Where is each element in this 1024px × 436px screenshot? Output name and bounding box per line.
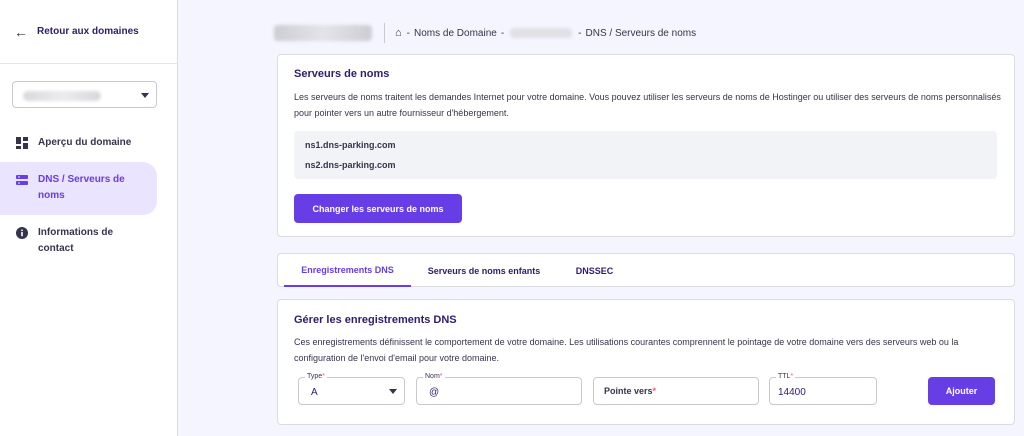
nameservers-card: Serveurs de noms Les serveurs de noms tr… bbox=[277, 54, 1015, 237]
chevron-down-icon bbox=[389, 389, 397, 394]
domain-select[interactable] bbox=[12, 81, 157, 108]
breadcrumb-domain-blurred[interactable] bbox=[510, 28, 573, 38]
tab-child-nameservers[interactable]: Serveurs de noms enfants bbox=[411, 254, 557, 287]
sidebar-item-contact[interactable]: Informations de contact bbox=[0, 225, 157, 259]
breadcrumb-current: DNS / Serveurs de noms bbox=[585, 27, 697, 39]
back-to-domains-link[interactable]: ← Retour aux domaines bbox=[0, 0, 177, 64]
name-label: Nom* bbox=[423, 373, 445, 381]
add-record-button[interactable]: Ajouter bbox=[928, 377, 995, 405]
nameservers-title: Serveurs de noms bbox=[294, 68, 390, 80]
dashboard-icon bbox=[16, 137, 28, 149]
chevron-down-icon bbox=[141, 93, 149, 98]
sidebar-item-dns[interactable]: DNS / Serveurs de noms bbox=[0, 162, 157, 215]
domain-select-value-blurred bbox=[23, 91, 101, 101]
dns-records-title: Gérer les enregistrements DNS bbox=[294, 314, 457, 326]
sidebar: ← Retour aux domaines Aperçu du domaine … bbox=[0, 0, 178, 436]
breadcrumb-separator: - bbox=[500, 27, 505, 39]
info-icon bbox=[16, 227, 28, 239]
sidebar-item-label: Aperçu du domaine bbox=[38, 137, 132, 148]
name-field[interactable]: Nom* @ bbox=[416, 373, 582, 405]
type-select[interactable]: Type* A bbox=[298, 373, 405, 405]
ttl-label: TTL* bbox=[776, 373, 796, 381]
account-selector-blurred[interactable] bbox=[274, 25, 372, 41]
breadcrumb-divider bbox=[384, 23, 385, 43]
breadcrumb-separator: - bbox=[578, 27, 582, 39]
back-label: Retour aux domaines bbox=[37, 26, 139, 37]
ttl-value: 14400 bbox=[778, 387, 806, 398]
breadcrumb-separator: - bbox=[406, 27, 410, 39]
sidebar-item-label: Informations de contact bbox=[38, 227, 114, 254]
breadcrumb: ⌂ - Noms de Domaine - - DNS / Serveurs d… bbox=[274, 22, 696, 44]
ttl-field[interactable]: TTL* 14400 bbox=[769, 373, 877, 405]
dns-records-card: Gérer les enregistrements DNS Ces enregi… bbox=[277, 299, 1015, 425]
points-to-placeholder: Pointe vers* bbox=[604, 386, 657, 396]
breadcrumb-domain-names[interactable]: Noms de Domaine bbox=[414, 28, 497, 39]
nameserver-2: ns2.dns-parking.com bbox=[305, 160, 396, 170]
tab-dns-records[interactable]: Enregistrements DNS bbox=[284, 254, 411, 287]
points-to-field[interactable]: Pointe vers* bbox=[593, 377, 759, 405]
dns-server-icon bbox=[16, 175, 28, 185]
arrow-left-icon: ← bbox=[14, 23, 28, 40]
change-nameservers-button[interactable]: Changer les serveurs de noms bbox=[294, 194, 462, 223]
nameservers-list: ns1.dns-parking.com ns2.dns-parking.com bbox=[294, 131, 997, 179]
home-icon[interactable]: ⌂ bbox=[395, 27, 402, 39]
dns-tabs: Enregistrements DNS Serveurs de noms enf… bbox=[277, 253, 1015, 287]
main-content: ⌂ - Noms de Domaine - - DNS / Serveurs d… bbox=[178, 0, 1024, 436]
tab-dnssec[interactable]: DNSSEC bbox=[557, 254, 632, 287]
type-value: A bbox=[311, 387, 318, 398]
name-value: @ bbox=[429, 387, 440, 398]
sidebar-item-label: DNS / Serveurs de noms bbox=[38, 174, 125, 201]
type-label: Type* bbox=[305, 373, 327, 381]
dns-records-description: Ces enregistrements définissent le compo… bbox=[294, 337, 959, 363]
nameservers-description: Les serveurs de noms traitent les demand… bbox=[294, 92, 1001, 118]
nameserver-1: ns1.dns-parking.com bbox=[305, 140, 396, 150]
sidebar-item-apercu[interactable]: Aperçu du domaine bbox=[0, 135, 157, 151]
